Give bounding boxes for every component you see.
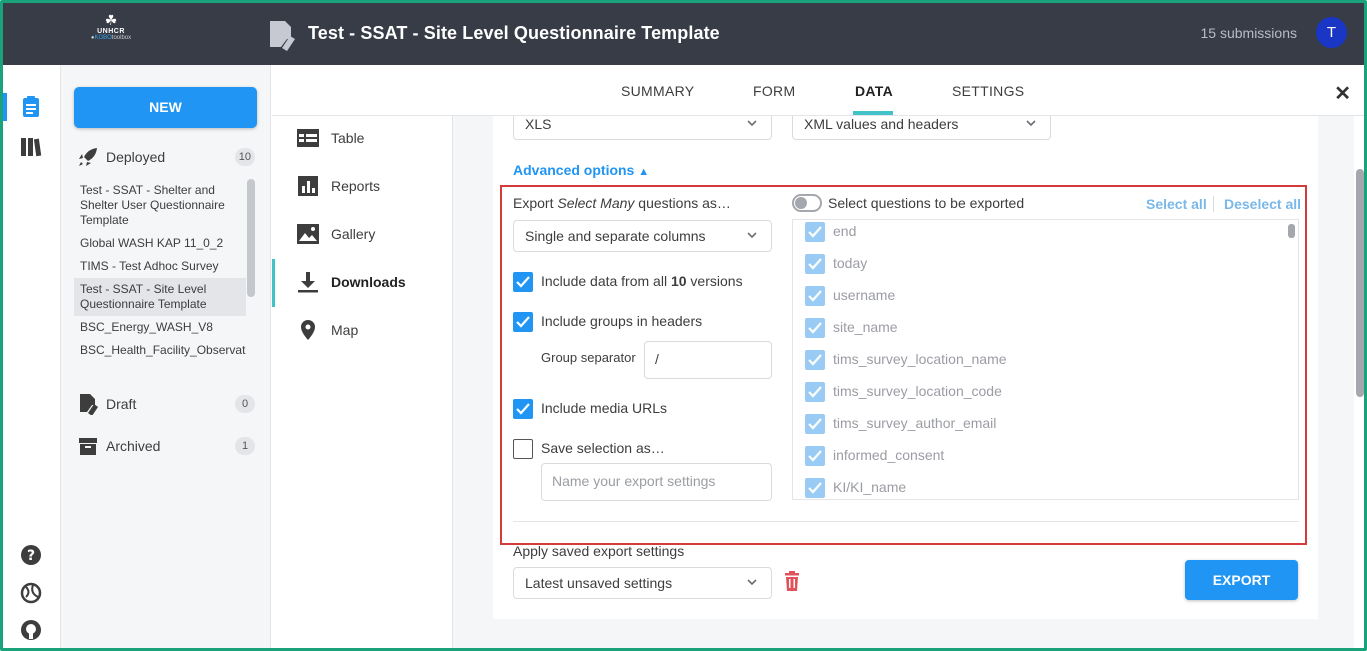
- downloads-content: XLS XML values and headers Advanced opti…: [453, 116, 1354, 648]
- chevron-down-icon: [1026, 120, 1036, 127]
- unhcr-kobo-logo[interactable]: ☘ UNHCR ●KOBOtoolbox: [81, 12, 141, 57]
- subnav-reports[interactable]: Reports: [296, 174, 446, 200]
- page-scrollbar[interactable]: [1356, 169, 1364, 397]
- language-globe-icon[interactable]: [19, 581, 43, 605]
- project-item[interactable]: Global WASH KAP 11_0_2: [74, 232, 246, 255]
- value-format-select[interactable]: XML values and headers: [792, 116, 1051, 140]
- bar-chart-icon: [298, 176, 318, 196]
- subnav-downloads-label: Downloads: [331, 274, 406, 290]
- left-rail: ?: [3, 65, 61, 648]
- draft-section-header[interactable]: Draft 0: [75, 392, 255, 418]
- project-tabs: SUMMARY FORM DATA SETTINGS ✕: [272, 65, 1364, 116]
- submissions-count: 15 submissions: [1200, 25, 1298, 41]
- chevron-up-icon: ▲: [638, 166, 650, 178]
- subnav-reports-label: Reports: [331, 178, 381, 194]
- svg-text:?: ?: [27, 548, 35, 564]
- new-button[interactable]: NEW: [74, 87, 257, 128]
- project-item[interactable]: TIMS - Test Adhoc Survey: [74, 255, 246, 278]
- logo-text: UNHCR: [97, 28, 125, 35]
- saved-settings-select[interactable]: Latest unsaved settings: [513, 567, 772, 599]
- subnav-gallery-label: Gallery: [331, 226, 376, 242]
- draft-count-badge: 0: [235, 395, 255, 413]
- chevron-down-icon: [747, 120, 757, 127]
- user-avatar[interactable]: T: [1316, 17, 1347, 48]
- unhcr-emblem-icon: ☘: [104, 12, 118, 28]
- tab-data[interactable]: DATA: [855, 83, 893, 99]
- data-subnav: Table Reports Gallery Downloads Map: [272, 116, 453, 648]
- logo-subtext: ●KOBOtoolbox: [90, 35, 132, 41]
- archive-box-icon: [79, 438, 97, 455]
- tab-settings[interactable]: SETTINGS: [952, 83, 1024, 99]
- export-button[interactable]: EXPORT: [1185, 560, 1298, 600]
- draft-label: Draft: [106, 396, 137, 412]
- subnav-map-label: Map: [331, 322, 359, 338]
- tab-form[interactable]: FORM: [753, 83, 795, 99]
- chevron-down-icon: [747, 579, 757, 586]
- subnav-table[interactable]: Table: [296, 126, 446, 152]
- tab-summary[interactable]: SUMMARY: [621, 83, 694, 99]
- github-icon[interactable]: [19, 618, 43, 642]
- close-icon[interactable]: ✕: [1334, 81, 1351, 106]
- help-icon[interactable]: ?: [19, 543, 43, 567]
- project-item-selected[interactable]: Test - SSAT - Site Level Questionnaire T…: [74, 278, 246, 316]
- project-item[interactable]: Test - SSAT - Shelter and Shelter User Q…: [74, 179, 246, 232]
- subnav-active-indicator: [272, 259, 275, 307]
- project-list-scrollbar[interactable]: [247, 179, 255, 297]
- rocket-icon: [79, 148, 97, 166]
- rail-active-indicator: [3, 93, 7, 121]
- archived-section-header[interactable]: Archived 1: [75, 434, 255, 460]
- deployed-section-header[interactable]: Deployed 10: [75, 145, 255, 171]
- subnav-map[interactable]: Map: [296, 318, 446, 344]
- top-bar: ☘ UNHCR ●KOBOtoolbox Test - SSAT - Site …: [3, 3, 1364, 65]
- image-icon: [297, 224, 319, 244]
- subnav-table-label: Table: [331, 130, 365, 146]
- deployed-label: Deployed: [106, 149, 166, 165]
- advanced-options-highlight: [500, 185, 1307, 545]
- subnav-gallery[interactable]: Gallery: [296, 222, 446, 248]
- project-item[interactable]: BSC_Health_Facility_Observation_v16: [74, 339, 246, 362]
- active-tab-indicator: [853, 111, 893, 115]
- project-title: Test - SSAT - Site Level Questionnaire T…: [308, 23, 720, 43]
- download-icon: [298, 272, 318, 293]
- deployed-count-badge: 10: [234, 148, 255, 166]
- archived-label: Archived: [106, 438, 161, 454]
- apply-saved-label: Apply saved export settings: [513, 543, 685, 559]
- library-books-icon[interactable]: [19, 135, 43, 159]
- projects-clipboard-icon[interactable]: [19, 95, 43, 119]
- advanced-options-label: Advanced options: [513, 162, 635, 178]
- table-icon: [297, 129, 319, 147]
- map-pin-icon: [301, 320, 315, 340]
- deployed-project-list: Test - SSAT - Shelter and Shelter User Q…: [74, 179, 246, 375]
- deployed-form-icon: [270, 21, 295, 51]
- export-type-value: XLS: [525, 116, 552, 132]
- project-item[interactable]: BSC_Energy_WASH_V8: [74, 316, 246, 339]
- app-window: ☘ UNHCR ●KOBOtoolbox Test - SSAT - Site …: [0, 0, 1367, 651]
- archived-count-badge: 1: [235, 437, 255, 455]
- subnav-downloads[interactable]: Downloads: [296, 270, 446, 296]
- draft-edit-icon: [80, 394, 98, 415]
- saved-settings-value: Latest unsaved settings: [525, 575, 673, 591]
- projects-sidebar: NEW Deployed 10 Test - SSAT - Shelter an…: [61, 65, 271, 648]
- value-format-value: XML values and headers: [804, 116, 959, 132]
- advanced-options-toggle[interactable]: Advanced options ▲: [513, 162, 649, 178]
- trash-icon[interactable]: [782, 570, 802, 592]
- export-type-select[interactable]: XLS: [513, 116, 772, 140]
